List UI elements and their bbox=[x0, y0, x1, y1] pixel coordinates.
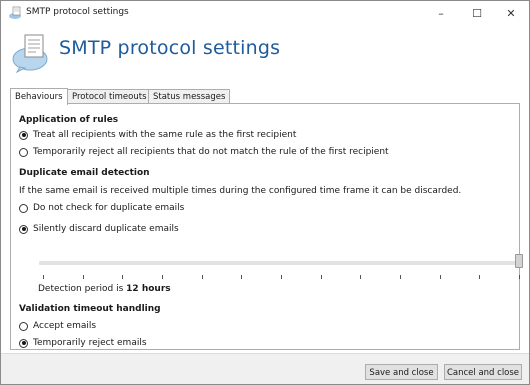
tab-behaviours[interactable]: Behaviours bbox=[10, 88, 68, 105]
radio-do-not-check-duplicates[interactable]: Do not check for duplicate emails bbox=[19, 203, 184, 213]
slider-tick bbox=[281, 275, 282, 279]
tab-panel-behaviours: Application of rules Treat all recipient… bbox=[10, 103, 523, 350]
radio-same-rule-as-first[interactable]: Treat all recipients with the same rule … bbox=[19, 130, 296, 140]
radio-label: Temporarily reject all recipients that d… bbox=[33, 147, 389, 157]
radio-icon bbox=[19, 224, 28, 234]
radio-accept-emails[interactable]: Accept emails bbox=[19, 321, 96, 331]
app-icon bbox=[9, 6, 21, 19]
slider-tick bbox=[122, 275, 124, 279]
tab-protocol-timeouts[interactable]: Protocol timeouts bbox=[67, 89, 152, 104]
radio-label: Do not check for duplicate emails bbox=[33, 203, 185, 213]
slider-tick bbox=[162, 275, 163, 279]
radio-label: Treat all recipients with the same rule … bbox=[33, 130, 297, 140]
slider-tick bbox=[360, 275, 362, 279]
radio-reject-non-matching[interactable]: Temporarily reject all recipients that d… bbox=[19, 147, 389, 157]
detection-period-slider[interactable] bbox=[39, 261, 523, 265]
document-bubble-icon bbox=[12, 34, 48, 73]
tab-status-messages[interactable]: Status messages bbox=[148, 89, 231, 104]
minimize-icon: – bbox=[438, 6, 444, 20]
slider-tick bbox=[479, 275, 481, 279]
section-title-application-of-rules: Application of rules bbox=[19, 115, 119, 125]
window-title: SMTP protocol settings bbox=[26, 7, 129, 17]
radio-silently-discard-duplicates[interactable]: Silently discard duplicate emails bbox=[19, 224, 179, 234]
slider-tick bbox=[43, 275, 44, 279]
main-content: Behaviours Protocol timeouts Status mess… bbox=[10, 88, 523, 350]
footer: Save and close Cancel and close bbox=[1, 353, 529, 384]
slider-tick bbox=[400, 275, 401, 279]
section-title-validation-timeout: Validation timeout handling bbox=[19, 304, 161, 314]
slider-tick bbox=[82, 275, 84, 279]
detection-period-prefix: Detection period is bbox=[38, 284, 127, 294]
slider-tick bbox=[320, 275, 322, 279]
maximize-button[interactable]: ☐ bbox=[459, 1, 495, 25]
maximize-icon: ☐ bbox=[472, 6, 482, 20]
slider-thumb[interactable] bbox=[515, 254, 523, 268]
close-icon: ✕ bbox=[506, 6, 516, 20]
slider-tick bbox=[241, 275, 243, 279]
slider-tick bbox=[439, 275, 441, 279]
slider-tick bbox=[519, 275, 520, 279]
cancel-and-close-button[interactable]: Cancel and close bbox=[444, 364, 522, 380]
header: SMTP protocol settings bbox=[1, 25, 529, 83]
save-and-close-button[interactable]: Save and close bbox=[365, 364, 438, 380]
duplicate-description: If the same email is received multiple t… bbox=[19, 186, 462, 196]
radio-icon bbox=[19, 203, 28, 213]
close-button[interactable]: ✕ bbox=[493, 1, 529, 25]
radio-icon bbox=[19, 338, 28, 348]
detection-period-text: Detection period is 12 hours bbox=[38, 284, 171, 294]
section-title-duplicate-detection: Duplicate email detection bbox=[19, 168, 150, 178]
title-bar[interactable]: SMTP protocol settings – ☐ ✕ bbox=[1, 1, 529, 25]
minimize-button[interactable]: – bbox=[423, 1, 459, 25]
radio-label: Temporarily reject emails bbox=[33, 338, 147, 348]
radio-icon bbox=[19, 130, 28, 140]
radio-icon bbox=[19, 147, 28, 157]
radio-label: Accept emails bbox=[33, 321, 97, 331]
detection-period-value: 12 hours bbox=[126, 284, 171, 294]
page-title: SMTP protocol settings bbox=[59, 37, 281, 59]
radio-label: Silently discard duplicate emails bbox=[33, 224, 179, 234]
slider-tick bbox=[201, 275, 203, 279]
settings-window: SMTP protocol settings – ☐ ✕ SMTP protoc… bbox=[0, 0, 530, 385]
radio-temporarily-reject-emails[interactable]: Temporarily reject emails bbox=[19, 338, 147, 348]
radio-icon bbox=[19, 321, 28, 331]
